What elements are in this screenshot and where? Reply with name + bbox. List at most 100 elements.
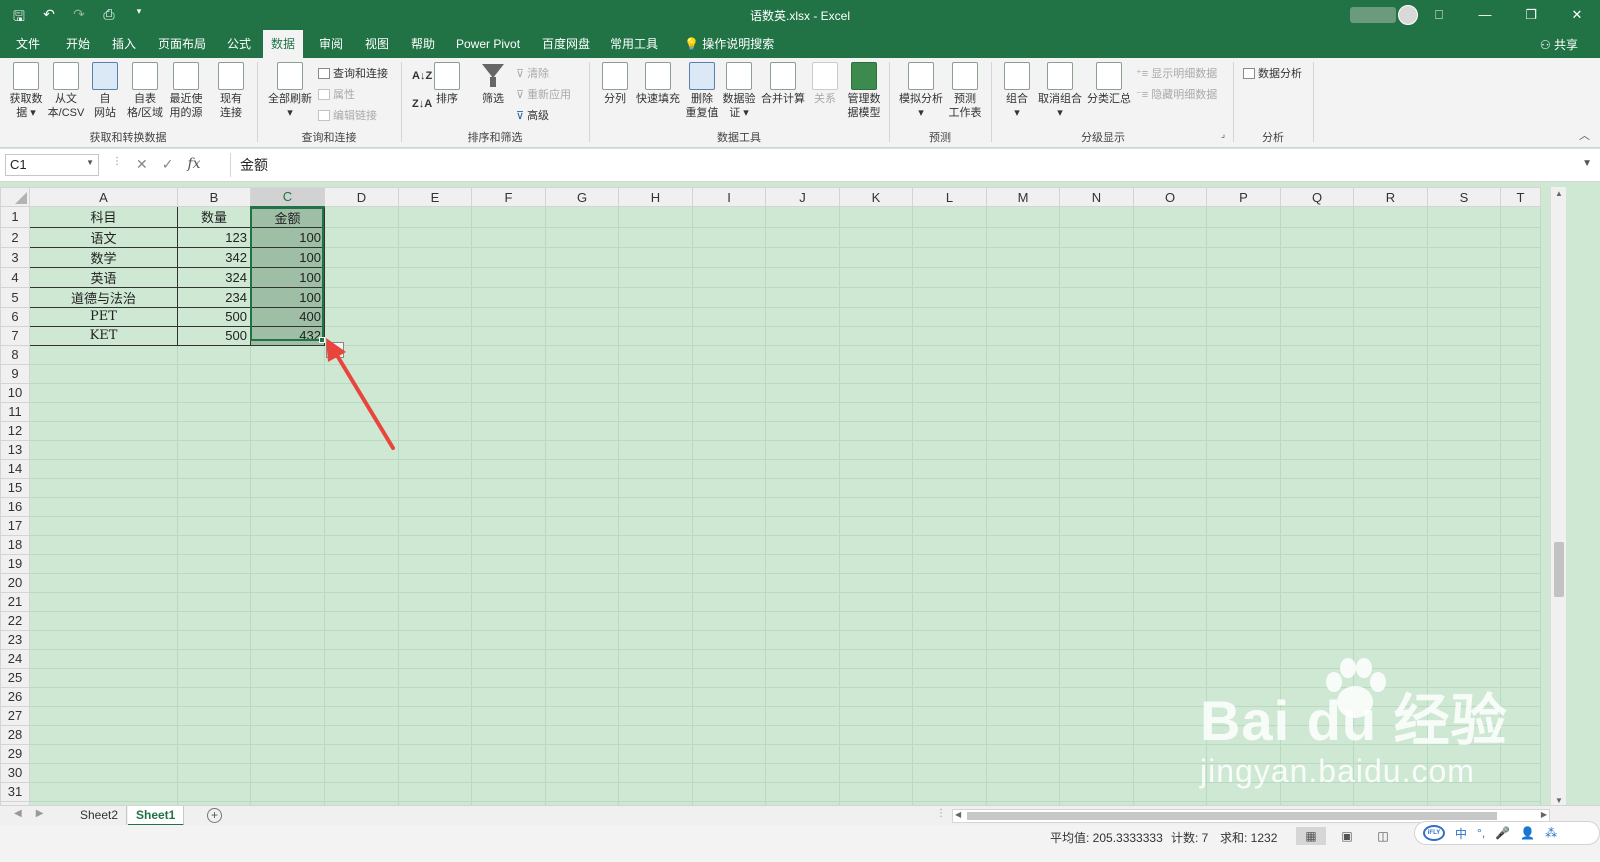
row-header[interactable]: 14 [0, 458, 30, 479]
cell[interactable] [1280, 553, 1354, 574]
cell[interactable] [839, 382, 913, 403]
cell[interactable] [1353, 226, 1428, 248]
ime-toolbar[interactable]: iFLY 中 °, 🎤 👤 ⁂ [1414, 821, 1600, 845]
cell[interactable] [1353, 306, 1428, 327]
tab-help[interactable]: 帮助 [403, 30, 443, 58]
cell[interactable] [839, 515, 913, 536]
edit-links-button[interactable]: 编辑链接 [318, 107, 377, 123]
cell[interactable] [765, 686, 840, 707]
cell[interactable] [545, 762, 619, 783]
cell[interactable] [692, 629, 766, 650]
cell[interactable] [545, 648, 619, 669]
cell[interactable] [765, 591, 840, 612]
cell[interactable] [398, 266, 472, 288]
cell[interactable] [1353, 401, 1428, 422]
cell[interactable] [1353, 246, 1428, 268]
cell[interactable] [250, 439, 325, 460]
filter-button[interactable]: 筛选 [478, 62, 508, 106]
cell[interactable] [618, 724, 693, 745]
cell[interactable] [618, 762, 693, 783]
cell[interactable] [398, 572, 472, 593]
cell[interactable] [692, 610, 766, 631]
cell[interactable] [177, 724, 251, 745]
cell[interactable] [545, 477, 619, 498]
column-header[interactable]: O [1133, 187, 1207, 207]
cell[interactable] [398, 325, 472, 346]
column-header[interactable]: A [29, 187, 178, 207]
cell[interactable] [1133, 420, 1207, 441]
cell[interactable] [1353, 705, 1428, 726]
cell[interactable] [1500, 686, 1541, 707]
tab-view[interactable]: 视图 [357, 30, 397, 58]
fill-handle[interactable] [319, 337, 325, 343]
cell[interactable] [1427, 648, 1501, 669]
cell-a[interactable]: KET [29, 325, 178, 346]
cell[interactable] [692, 458, 766, 479]
cell[interactable] [912, 226, 987, 248]
cell[interactable] [692, 572, 766, 593]
cell[interactable] [471, 686, 546, 707]
row-header[interactable]: 2 [0, 226, 30, 248]
cell[interactable] [692, 648, 766, 669]
cell[interactable] [912, 781, 987, 802]
cell[interactable] [398, 534, 472, 555]
tell-me-search[interactable]: 💡 操作说明搜索 [676, 30, 782, 58]
cell[interactable] [839, 306, 913, 327]
cell-a[interactable]: PET [29, 306, 178, 327]
cell[interactable] [1280, 743, 1354, 764]
cell[interactable] [1500, 477, 1541, 498]
cell[interactable] [839, 648, 913, 669]
cell[interactable] [765, 496, 840, 517]
cell[interactable] [839, 572, 913, 593]
cell[interactable] [177, 781, 251, 802]
cell[interactable] [839, 724, 913, 745]
hide-detail-button[interactable]: ⁻≡ 隐藏明细数据 [1136, 86, 1217, 102]
cell[interactable] [839, 667, 913, 688]
cell[interactable] [618, 648, 693, 669]
cell[interactable] [398, 705, 472, 726]
cell[interactable] [471, 705, 546, 726]
cell[interactable] [618, 629, 693, 650]
cell[interactable] [692, 266, 766, 288]
cell-b[interactable]: 342 [177, 246, 251, 268]
cell[interactable] [986, 286, 1060, 308]
ribbon-display-options-icon[interactable]: ⎕ [1416, 0, 1462, 30]
cell[interactable] [986, 226, 1060, 248]
cell-c[interactable]: 金额 [250, 206, 325, 228]
data-validation-button[interactable]: 数据验 证 ▾ [720, 62, 758, 120]
cell[interactable] [839, 420, 913, 441]
column-header[interactable]: E [398, 187, 472, 207]
cell[interactable] [765, 286, 840, 308]
grid-menu-icon[interactable]: ⁂ [1545, 826, 1557, 840]
cell[interactable] [545, 363, 619, 384]
cell[interactable] [1206, 382, 1281, 403]
cell[interactable] [471, 496, 546, 517]
cell[interactable] [29, 420, 178, 441]
clear-filter-button[interactable]: ⊽ 清除 [516, 65, 549, 81]
cell[interactable] [1353, 743, 1428, 764]
cell[interactable] [29, 401, 178, 422]
cell[interactable] [692, 667, 766, 688]
row-header[interactable]: 30 [0, 762, 30, 783]
cell[interactable] [1500, 667, 1541, 688]
cell[interactable] [618, 344, 693, 365]
cell[interactable] [398, 306, 472, 327]
cell[interactable] [1500, 306, 1541, 327]
cell[interactable] [1280, 266, 1354, 288]
cell-a[interactable]: 道德与法治 [29, 286, 178, 308]
cell-b[interactable]: 234 [177, 286, 251, 308]
cell[interactable] [618, 591, 693, 612]
cell[interactable] [324, 781, 399, 802]
scrollbar-thumb[interactable] [967, 812, 1497, 820]
cell[interactable] [1133, 743, 1207, 764]
cell[interactable] [839, 496, 913, 517]
cell[interactable] [1427, 246, 1501, 268]
row-header[interactable]: 16 [0, 496, 30, 517]
cell[interactable] [1353, 439, 1428, 460]
cell[interactable] [1133, 724, 1207, 745]
cell[interactable] [1133, 496, 1207, 517]
cell[interactable] [986, 401, 1060, 422]
cell[interactable] [912, 344, 987, 365]
cell[interactable] [692, 246, 766, 268]
expand-formula-bar-icon[interactable]: ▼ [1582, 158, 1592, 169]
